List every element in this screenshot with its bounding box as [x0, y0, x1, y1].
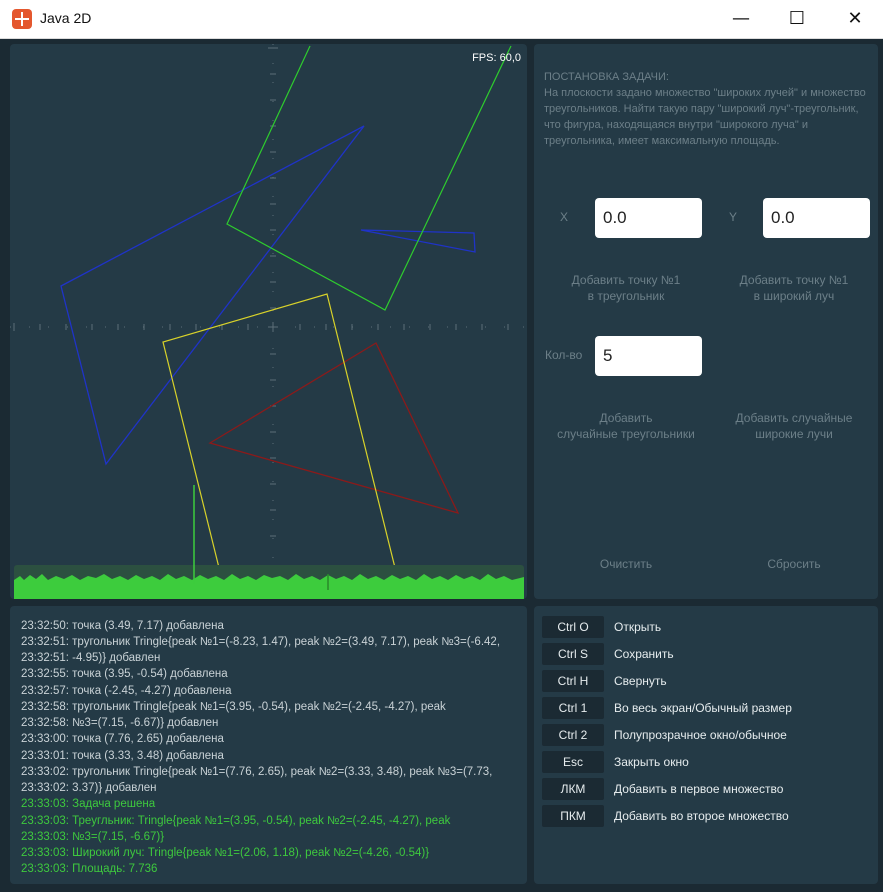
canvas-svg — [10, 44, 527, 599]
log-line: 23:32:57: точка (-2.45, -4.27) добавлена — [21, 685, 232, 697]
triangle-red — [208, 342, 460, 515]
log-line: 23:32:58: №3=(7.15, -6.67)} добавлен — [21, 717, 219, 729]
add-random-triangles-button[interactable]: Добавить случайные треугольники — [546, 410, 706, 442]
fps-graph-bar — [14, 580, 524, 599]
add-ray-point-button[interactable]: Добавить точку №1 в широкий луч — [714, 272, 874, 304]
log-line: 23:32:58: тругольник Tringle{peak №1=(3.… — [21, 701, 446, 713]
add-triangle-point-line2: в треугольник — [587, 289, 665, 303]
add-random-rays-line1: Добавить случайные — [735, 411, 853, 425]
add-random-rays-line2: широкие лучи — [755, 427, 833, 441]
hotkey-key: ЛКМ — [542, 778, 604, 800]
hotkey-key: Ctrl S — [542, 643, 604, 665]
hotkey-desc: Полупрозрачное окно/обычное — [614, 728, 787, 742]
hotkey-key: Ctrl H — [542, 670, 604, 692]
hotkey-key: Esc — [542, 751, 604, 773]
y-label: Y — [729, 210, 738, 224]
reset-button[interactable]: Сбросить — [714, 556, 874, 572]
ticks-x — [13, 323, 509, 331]
window-title: Java 2D — [40, 10, 92, 26]
hotkey-desc: Добавить во второе множество — [614, 809, 789, 823]
log-line: 23:32:51: тругольник Tringle{peak №1=(-8… — [21, 636, 501, 648]
hotkey-panel: Ctrl O Открыть Ctrl S Сохранить Ctrl H С… — [534, 606, 878, 884]
app-icon — [12, 9, 32, 29]
hotkey-desc: Добавить в первое множество — [614, 782, 784, 796]
wide-ray-green — [226, 45, 512, 311]
log-line: 23:33:02: тругольник Tringle{peak №1=(7.… — [21, 766, 493, 778]
triangle-blue-1 — [60, 125, 365, 466]
hotkey-desc: Во весь экран/Обычный размер — [614, 701, 792, 715]
title-bar: Java 2D — ☐ ✕ — [0, 0, 883, 39]
log-line-success: 23:33:03: №3=(7.15, -6.67)} — [21, 831, 165, 843]
hotkey-desc: Сохранить — [614, 647, 674, 661]
x-input[interactable]: 0.0 — [595, 198, 702, 238]
clear-button[interactable]: Очистить — [546, 556, 706, 572]
add-ray-point-line1: Добавить точку №1 — [739, 273, 849, 287]
count-label: Кол-во — [545, 348, 583, 362]
y-input[interactable]: 0.0 — [763, 198, 870, 238]
axes — [10, 44, 527, 599]
maximize-button[interactable]: ☐ — [774, 0, 820, 38]
count-input[interactable]: 5 — [595, 336, 702, 376]
bottom-strip — [0, 884, 883, 892]
log-line: 23:32:51: -4.95)} добавлен — [21, 652, 161, 664]
add-triangle-point-button[interactable]: Добавить точку №1 в треугольник — [546, 272, 706, 304]
log-line: 23:33:02: 3.37)} добавлен — [21, 782, 157, 794]
task-panel: ПОСТАНОВКА ЗАДАЧИ: На плоскости задано м… — [534, 44, 878, 599]
task-text: На плоскости задано множество "широких л… — [544, 87, 866, 147]
fps-counter: FPS: 60,0 — [472, 52, 521, 64]
wide-ray-yellow — [162, 293, 404, 599]
hotkey-desc: Закрыть окно — [614, 755, 689, 769]
log-line: 23:33:00: точка (7.76, 2.65) добавлена — [21, 733, 224, 745]
hotkey-desc: Свернуть — [614, 674, 667, 688]
log-line-success: 23:33:03: Широкий луч: Tringle{peak №1=(… — [21, 847, 430, 859]
add-ray-point-line2: в широкий луч — [753, 289, 835, 303]
minimize-button[interactable]: — — [718, 0, 764, 38]
close-button[interactable]: ✕ — [832, 0, 878, 38]
log-line-success: 23:33:03: Задача решена — [21, 798, 156, 810]
hotkey-key: Ctrl 2 — [542, 724, 604, 746]
add-random-triangles-line2: случайные треугольники — [557, 427, 695, 441]
drawing-canvas[interactable]: FPS: 60,0 — [10, 44, 527, 599]
add-random-triangles-line1: Добавить — [599, 411, 653, 425]
log-line: 23:33:01: точка (3.33, 3.48) добавлена — [21, 750, 224, 762]
task-heading: ПОСТАНОВКА ЗАДАЧИ: — [544, 71, 669, 83]
log-line: 23:32:50: точка (3.49, 7.17) добавлена — [21, 620, 224, 632]
log-panel: 23:32:50: точка (3.49, 7.17) добавлена 2… — [10, 606, 527, 884]
x-label: X — [560, 210, 569, 224]
hotkey-key: Ctrl 1 — [542, 697, 604, 719]
add-random-rays-button[interactable]: Добавить случайные широкие лучи — [714, 410, 874, 442]
log-line-success: 23:33:03: Треугльник: Tringle{peak №1=(3… — [21, 815, 451, 827]
hotkey-desc: Открыть — [614, 620, 662, 634]
log-line-success: 23:33:03: Площадь: 7.736 — [21, 863, 158, 875]
add-triangle-point-line1: Добавить точку №1 — [571, 273, 681, 287]
hotkey-key: Ctrl O — [542, 616, 604, 638]
log-line: 23:32:55: точка (3.95, -0.54) добавлена — [21, 668, 228, 680]
hotkey-key: ПКМ — [542, 805, 604, 827]
task-description: ПОСТАНОВКА ЗАДАЧИ: На плоскости задано м… — [544, 69, 866, 149]
